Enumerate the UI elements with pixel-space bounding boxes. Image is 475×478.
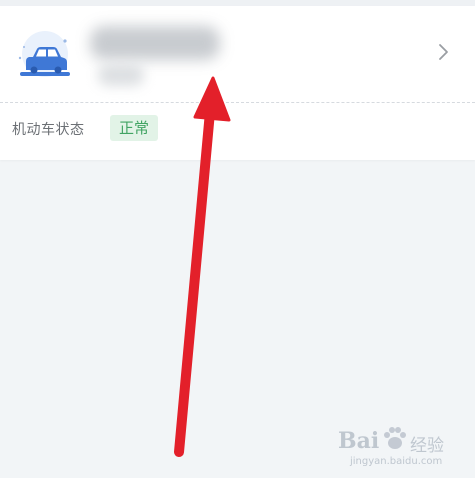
plate-number-blurred: [90, 26, 220, 60]
baidu-watermark: Bai 经验 jingyan.baidu.com: [332, 418, 472, 476]
car-icon: [12, 28, 74, 88]
status-badge: 正常: [110, 115, 159, 141]
vehicle-subtitle-blurred: [98, 64, 144, 86]
status-row: 机动车状态 正常: [0, 103, 475, 160]
status-label: 机动车状态: [12, 122, 85, 138]
paw-icon: [384, 427, 406, 449]
watermark-brand: Bai: [338, 428, 380, 454]
watermark-cn: 经验: [410, 436, 444, 456]
vehicle-card: 机动车状态 正常: [0, 6, 475, 160]
chevron-right-icon[interactable]: [432, 40, 456, 64]
vehicle-row[interactable]: [0, 6, 475, 102]
watermark-url: jingyan.baidu.com: [350, 456, 443, 467]
